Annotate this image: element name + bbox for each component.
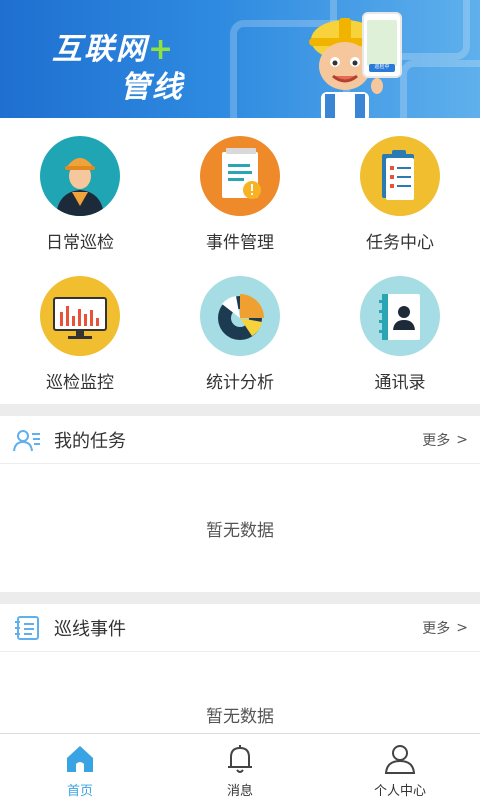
tile-label: 任务中心 [366,233,434,253]
patrol-events-header: 巡线事件 更多 > [0,604,480,652]
pie-chart-icon [200,276,280,356]
my-tasks-section: 我的任务 更多 > 暂无数据 [0,416,480,592]
user-list-icon [13,429,40,451]
banner-title-line2: 管线 [120,70,184,105]
my-tasks-title: 我的任务 [54,430,126,452]
tile-label: 统计分析 [206,373,274,393]
tile-event-management[interactable]: 事件管理 [160,118,320,258]
tile-daily-inspection[interactable]: 日常巡检 [0,118,160,258]
tile-statistics[interactable]: 统计分析 [160,258,320,398]
person-icon [384,745,416,774]
clipboard-checklist-icon [360,136,440,216]
section-divider [0,404,480,416]
tile-contacts[interactable]: 通讯录 [320,258,480,398]
tile-task-center[interactable]: 任务中心 [320,118,480,258]
tile-inspection-monitor[interactable]: 巡检监控 [0,258,160,398]
nav-messages-label: 消息 [226,784,253,799]
tile-label: 日常巡检 [46,233,114,253]
home-icon [67,746,93,772]
nav-messages[interactable]: 消息 [160,734,320,800]
contacts-book-icon [360,276,440,356]
tile-label: 巡检监控 [46,373,114,393]
my-tasks-more-link[interactable]: 更多 > [422,430,468,450]
phone-map-screen [367,20,397,66]
worker-icon [40,136,120,216]
my-tasks-header: 我的任务 更多 > [0,416,480,464]
section-divider [0,592,480,604]
more-label: 更多 [422,432,451,449]
nav-home[interactable]: 首页 [0,734,160,800]
patrol-events-title: 巡线事件 [54,618,126,640]
phone-illustration: 巡检中 [362,12,402,78]
notebook-list-icon [15,615,39,640]
header-banner: 互联网+ 管线 巡检中 [0,0,480,118]
monitor-chart-icon [40,276,120,356]
bell-icon [228,745,252,773]
nav-home-label: 首页 [66,784,93,799]
empty-state-text: 暂无数据 [206,707,274,727]
patrol-events-section: 巡线事件 更多 > 暂无数据 [0,604,480,733]
tile-label: 事件管理 [206,233,274,253]
phone-button-label: 巡检中 [374,64,390,70]
bottom-navigation: 首页 消息 个人中心 [0,733,480,800]
more-label: 更多 [422,620,451,637]
empty-state-text: 暂无数据 [206,521,274,541]
document-alert-icon [200,136,280,216]
feature-grid: 日常巡检 事件管理 任务中心 巡检监控 统计分析 通讯录 [0,118,480,404]
patrol-events-more-link[interactable]: 更多 > [422,618,468,638]
nav-profile-label: 个人中心 [373,784,426,799]
pipe-decoration [400,60,480,118]
chevron-right-icon: > [456,431,468,448]
tile-label: 通讯录 [374,373,426,393]
nav-profile[interactable]: 个人中心 [320,734,480,800]
chevron-right-icon: > [456,619,468,636]
